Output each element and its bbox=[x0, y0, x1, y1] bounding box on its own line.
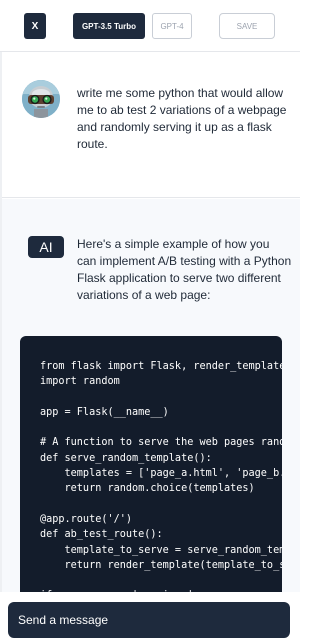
code-content: from flask import Flask, render_template… bbox=[40, 361, 282, 606]
ai-badge: AI bbox=[28, 236, 64, 258]
robot-avatar-icon bbox=[22, 80, 60, 118]
message-input[interactable] bbox=[8, 602, 290, 638]
message-composer bbox=[0, 592, 300, 643]
robot-avatar-graphic bbox=[22, 80, 60, 118]
code-block[interactable]: from flask import Flask, render_template… bbox=[20, 336, 282, 606]
model-option-gpt-4[interactable]: GPT-4 bbox=[152, 13, 192, 39]
assistant-message-text: Here's a simple example of how you can i… bbox=[77, 237, 292, 302]
close-button[interactable]: X bbox=[24, 13, 46, 39]
user-message-text: write me some python that would allow me… bbox=[77, 86, 287, 151]
model-option-gpt-3-5-turbo[interactable]: GPT-3.5 Turbo bbox=[73, 13, 145, 39]
user-message: write me some python that would allow me… bbox=[2, 53, 300, 198]
top-bar: X GPT-3.5 Turbo GPT-4 SAVE bbox=[0, 0, 300, 52]
assistant-message: AI Here's a simple example of how you ca… bbox=[2, 199, 300, 606]
save-button[interactable]: SAVE bbox=[219, 13, 275, 39]
chat-app: X GPT-3.5 Turbo GPT-4 SAVE write me some… bbox=[0, 0, 300, 643]
